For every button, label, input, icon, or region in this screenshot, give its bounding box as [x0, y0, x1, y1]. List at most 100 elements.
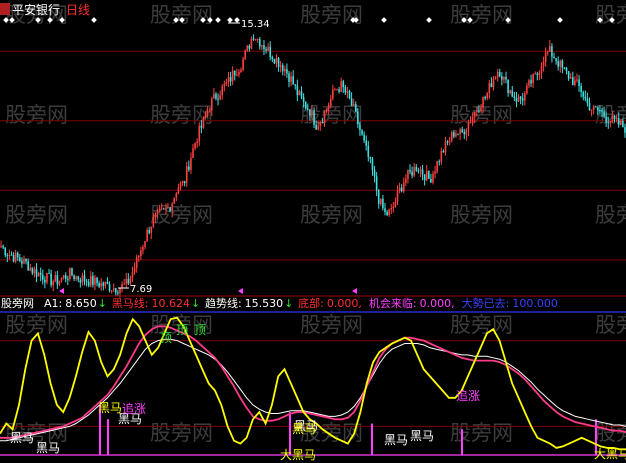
candle-body: [89, 275, 92, 286]
indicator-header-label: 黑马线:: [112, 296, 149, 310]
candle-body: [436, 161, 438, 172]
chart-canvas: 股旁网股旁网股旁网股旁网股旁网股旁网股旁网股旁网股旁网股旁网股旁网股旁网股旁网股…: [0, 0, 626, 463]
candle-body: [16, 252, 19, 258]
candle-body: [219, 95, 221, 100]
signal-annotation: 黑马: [36, 441, 60, 455]
candle-body: [167, 207, 169, 209]
watermark-text: 股旁网: [150, 3, 213, 27]
signal-annotation: 大黑马: [280, 448, 316, 462]
candle-body: [27, 261, 29, 271]
candle-body: [501, 76, 503, 80]
candle-body: [252, 38, 255, 40]
candle-body: [177, 187, 180, 194]
signal-annotation: 黑马: [98, 401, 122, 415]
indicator-name: 股旁网: [1, 296, 34, 310]
candle-body: [169, 207, 171, 212]
candle-body: [25, 258, 27, 262]
candle-body: [584, 96, 587, 99]
candle-body: [363, 134, 365, 141]
candle-body: [294, 84, 297, 86]
watermark-text: 股旁网: [450, 203, 513, 227]
candle-body: [465, 130, 468, 135]
candle-body: [348, 91, 351, 99]
candle-body: [48, 272, 50, 274]
candle-body: [448, 140, 451, 142]
candle-body: [271, 57, 274, 60]
candle-body: [373, 169, 376, 177]
candle-body: [229, 77, 232, 82]
candle-body: [402, 182, 405, 192]
candle-body: [200, 125, 203, 128]
signal-annotation: 追涨: [122, 401, 146, 416]
candle-body: [544, 52, 547, 63]
candle-body: [127, 279, 130, 284]
candle-body: [482, 97, 484, 108]
candle-body: [338, 89, 340, 92]
candle-body: [586, 98, 589, 103]
candle-body: [611, 115, 614, 122]
candle-body: [152, 217, 155, 227]
candle-body: [523, 93, 526, 101]
candle-body: [354, 104, 357, 112]
histogram-bar: [107, 419, 109, 455]
candle-body: [574, 80, 576, 86]
candle-body: [409, 169, 411, 172]
histogram-bar: [461, 429, 463, 455]
candle-body: [160, 208, 163, 210]
candle-body: [555, 58, 557, 62]
indicator-header-value: 100.000: [512, 297, 558, 310]
candle-body: [54, 275, 57, 282]
indicator-header-value: 0.000,: [420, 297, 455, 310]
candle-body: [194, 143, 196, 149]
candle-body: [532, 74, 534, 84]
indicator-header-value: 8.650: [65, 297, 97, 310]
candle-body: [490, 83, 493, 88]
candle-body: [31, 267, 34, 274]
candle-body: [227, 77, 230, 83]
candle-body: [179, 182, 182, 188]
candle-body: [557, 61, 559, 67]
watermark-text: 股旁网: [450, 3, 513, 27]
candle-body: [319, 122, 322, 126]
candle-body: [492, 78, 495, 88]
candle-body: [603, 111, 605, 117]
candle-body: [528, 80, 530, 86]
candle-body: [137, 256, 140, 258]
candle-body: [388, 209, 390, 216]
candle-body: [221, 86, 224, 96]
candle-body: [386, 211, 388, 216]
candle-body: [369, 157, 372, 159]
candle-body: [56, 275, 59, 285]
watermark-text: 股旁网: [5, 103, 68, 127]
candle-body: [453, 132, 455, 137]
candle-body: [530, 80, 532, 84]
candle-body: [613, 115, 616, 119]
candle-body: [286, 69, 288, 74]
candle-body: [380, 198, 382, 204]
candle-body: [394, 201, 397, 207]
candle-body: [110, 290, 113, 292]
candle-body: [384, 208, 386, 212]
watermark-text: 股旁网: [450, 103, 513, 127]
candle-body: [617, 117, 620, 125]
candle-body: [371, 158, 374, 170]
watermark-text: 股旁网: [300, 313, 363, 337]
candle-body: [300, 91, 303, 98]
candle-body: [536, 73, 539, 75]
candle-body: [377, 190, 380, 204]
candle-body: [619, 120, 622, 125]
candle-body: [302, 97, 305, 102]
candle-body: [242, 58, 244, 70]
candle-body: [590, 109, 593, 111]
candle-body: [6, 255, 9, 257]
candle-body: [87, 281, 90, 286]
candle-body: [238, 71, 240, 75]
candle-body: [592, 106, 595, 110]
candle-body: [267, 46, 269, 51]
watermark-text: 股旁网: [300, 3, 363, 27]
indicator-header-value: 0.000,: [327, 297, 362, 310]
candle-body: [250, 38, 253, 49]
candle-body: [569, 77, 572, 79]
candle-body: [275, 58, 278, 64]
chart-title: 平安银行 日线: [0, 2, 90, 17]
